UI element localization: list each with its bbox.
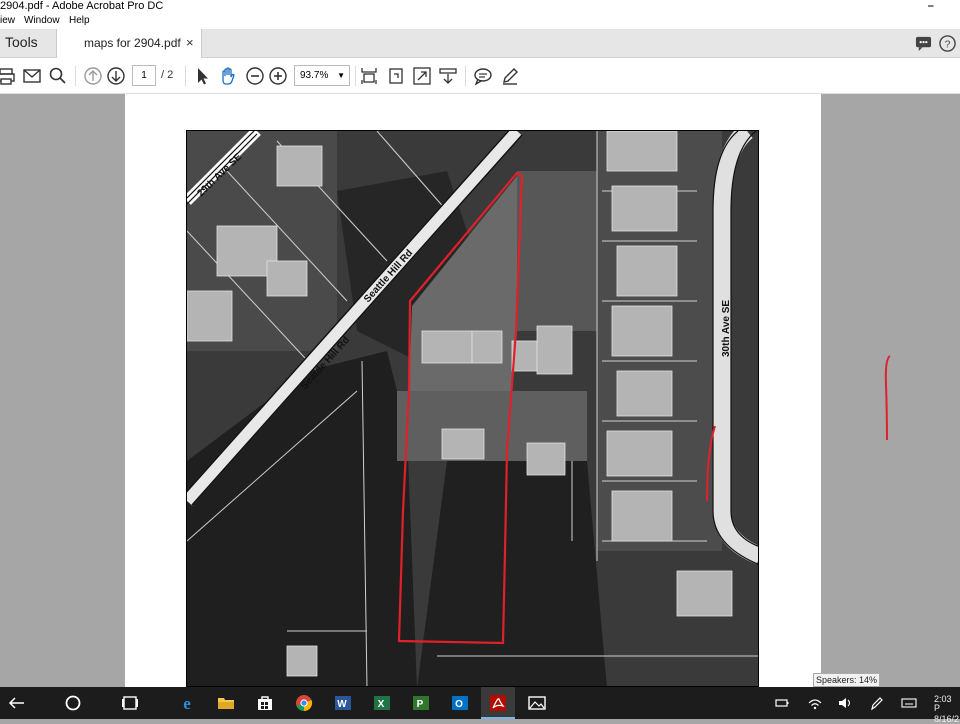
store-icon[interactable] (256, 694, 274, 712)
toolbar-divider (355, 66, 356, 86)
taskbar: e W X P O 2:03 P 8/16/2 (0, 687, 960, 724)
email-icon[interactable] (22, 66, 42, 86)
edge-icon[interactable]: e (178, 694, 196, 713)
tab-document-label: maps for 2904.pdf (84, 36, 181, 50)
window-title-bar: 2904.pdf - Adobe Acrobat Pro DC (0, 0, 960, 14)
tab-tools[interactable]: Tools (0, 29, 56, 58)
menu-item-window[interactable]: Window (24, 14, 60, 28)
wifi-icon[interactable] (808, 694, 822, 712)
svg-text:O: O (455, 699, 463, 710)
photos-icon[interactable] (528, 694, 546, 712)
print-icon[interactable] (0, 66, 16, 86)
keyboard-icon[interactable] (901, 694, 917, 712)
speakers-volume-tooltip: Speakers: 14% (813, 673, 880, 687)
svg-text:?: ? (945, 39, 951, 50)
menu-item-view[interactable]: iew (0, 14, 15, 28)
clock-date: 8/16/2 (934, 714, 960, 724)
svg-text:e: e (183, 694, 191, 712)
chrome-icon[interactable] (295, 694, 313, 712)
rotate-icon[interactable] (386, 66, 406, 86)
toolbar-divider (185, 66, 186, 86)
chevron-down-icon: ▼ (337, 71, 345, 80)
menu-item-help[interactable]: Help (69, 14, 90, 28)
menu-bar: iew Window Help (0, 14, 960, 29)
svg-text:W: W (337, 699, 347, 710)
zoom-select[interactable]: 93.7% ▼ (294, 65, 350, 86)
pen-workspace-icon[interactable] (870, 694, 884, 712)
aerial-map-drawing: 29th Ave SE Seattle Hill Rd Seattle Hill… (187, 131, 758, 686)
toolbar-divider (75, 66, 76, 86)
zoom-out-icon[interactable] (245, 66, 265, 86)
start-icon[interactable] (64, 694, 82, 712)
window-title: 2904.pdf - Adobe Acrobat Pro DC (0, 0, 164, 12)
file-explorer-icon[interactable] (217, 694, 235, 712)
scroll-mode-icon[interactable] (438, 66, 458, 86)
page-number-input[interactable]: 1 (132, 65, 156, 86)
pdf-page: 29th Ave SE Seattle Hill Rd Seattle Hill… (125, 94, 821, 687)
page-total: / 2 (161, 69, 174, 81)
tab-close-icon[interactable]: × (186, 29, 194, 57)
full-screen-icon[interactable] (412, 66, 432, 86)
svg-text:P: P (417, 699, 424, 710)
svg-text:X: X (378, 699, 385, 710)
battery-icon[interactable] (775, 694, 789, 712)
comment-icon[interactable] (473, 66, 493, 86)
road-label-30th: 30th Ave SE (721, 300, 732, 357)
acrobat-taskbar-button[interactable] (481, 687, 515, 719)
aerial-map: 29th Ave SE Seattle Hill Rd Seattle Hill… (186, 130, 759, 687)
back-icon[interactable] (8, 694, 26, 712)
task-view-icon[interactable] (121, 694, 139, 712)
excel-icon[interactable]: X (373, 694, 391, 712)
hand-icon[interactable] (218, 66, 238, 86)
fit-page-icon[interactable] (359, 66, 379, 86)
clock-time: 2:03 P (934, 694, 952, 713)
window-restore-icon[interactable]: ⎯ (928, 0, 934, 12)
toolbar-divider (465, 66, 466, 86)
comment-panel-icon[interactable] (915, 35, 932, 52)
document-viewport[interactable]: 29th Ave SE Seattle Hill Rd Seattle Hill… (0, 94, 960, 687)
search-icon[interactable] (48, 66, 68, 86)
word-icon[interactable]: W (334, 694, 352, 712)
toolbar: 1 / 2 93.7% ▼ (0, 58, 960, 94)
margin-annotation (884, 355, 891, 441)
tab-bar: Tools maps for 2904.pdf × ? (0, 29, 960, 59)
tab-document[interactable]: maps for 2904.pdf (56, 29, 202, 59)
volume-icon[interactable] (838, 694, 852, 712)
page-up-icon[interactable] (83, 66, 103, 86)
project-icon[interactable]: P (412, 694, 430, 712)
page-down-icon[interactable] (106, 66, 126, 86)
outlook-icon[interactable]: O (451, 694, 469, 712)
clock[interactable]: 2:03 P 8/16/2 (934, 695, 960, 724)
help-icon[interactable]: ? (939, 35, 956, 52)
zoom-value: 93.7% (300, 70, 329, 81)
zoom-in-icon[interactable] (268, 66, 288, 86)
acrobat-icon (490, 695, 506, 711)
select-arrow-icon[interactable] (192, 66, 212, 86)
pen-icon[interactable] (500, 66, 520, 86)
